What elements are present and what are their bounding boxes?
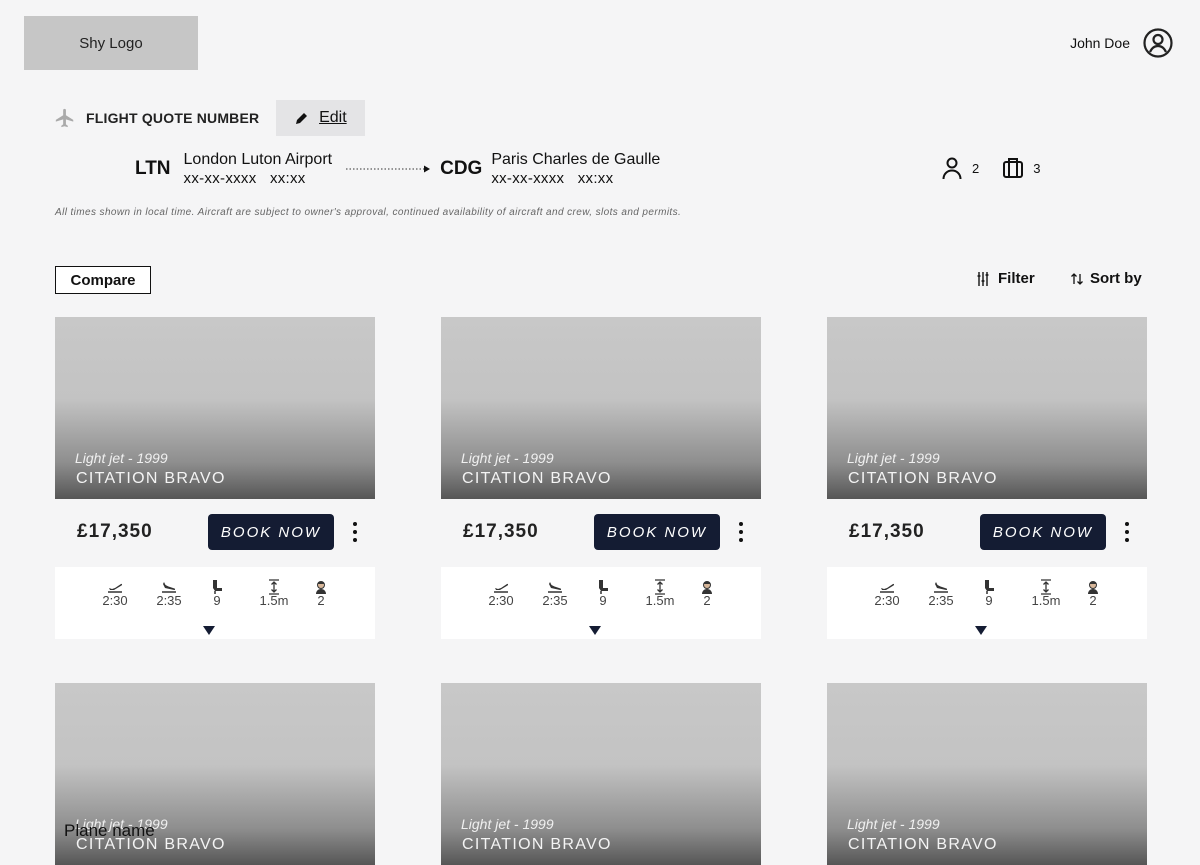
route-arrow-icon [346, 165, 431, 173]
aircraft-name: CITATION BRAVO [76, 470, 226, 487]
user-menu[interactable]: John Doe [1070, 27, 1174, 59]
more-options-icon[interactable] [1121, 521, 1133, 543]
aircraft-stats: 2:30 2:35 9 1.5m 2 [441, 567, 761, 639]
aircraft-image: Light jet - 1999 CITATION BRAVO [827, 317, 1147, 499]
return-time: 2:35 [156, 593, 182, 608]
origin-date: xx-xx-xxxx [183, 170, 257, 187]
more-options-icon[interactable] [735, 521, 747, 543]
sort-label: Sort by [1090, 270, 1142, 287]
user-circle-icon[interactable] [1142, 27, 1174, 59]
dest-airport: Paris Charles de Gaulle xx-xx-xxxx xx:xx [491, 150, 660, 188]
outbound-time: 2:30 [874, 593, 900, 608]
dest-name: Paris Charles de Gaulle [491, 151, 661, 168]
aircraft-image: Light jet - 1999 CITATION BRAVO [55, 317, 375, 499]
seat-count: 9 [985, 593, 993, 608]
aircraft-name: CITATION BRAVO [848, 470, 998, 487]
passenger-count: 2 [972, 160, 980, 176]
logo-text: Shy Logo [79, 34, 143, 52]
user-name: John Doe [1070, 35, 1130, 51]
origin-time: xx:xx [269, 170, 306, 187]
expand-caret-icon[interactable] [589, 626, 601, 635]
price: £17,350 [77, 521, 153, 542]
route-summary: LTN London Luton Airport xx-xx-xxxx xx:x… [135, 150, 660, 188]
dest-code: CDG [440, 158, 483, 179]
aircraft-card[interactable]: Light jet - 1999 CITATION BRAVO £17,350 … [441, 317, 761, 639]
aircraft-card[interactable]: Light jet - 1999 CITATION BRAVO [827, 683, 1147, 865]
expand-caret-icon[interactable] [203, 626, 215, 635]
luggage-icon [1003, 158, 1024, 178]
expand-caret-icon[interactable] [975, 626, 987, 635]
aircraft-card[interactable]: Light jet - 1999 CITATION BRAVO [441, 683, 761, 865]
aircraft-stats: 2:30 2:35 9 1.5m 2 [55, 567, 375, 639]
filter-icon [977, 271, 989, 286]
origin-code: LTN [135, 158, 171, 179]
aircraft-card[interactable]: Light jet - 1999 CITATION BRAVO £17,350 … [827, 317, 1147, 639]
return-time: 2:35 [542, 593, 568, 608]
plane-icon [55, 108, 74, 128]
aircraft-category: Light jet - 1999 [461, 450, 554, 466]
crew-count: 2 [703, 593, 711, 608]
filter-button[interactable]: Filter [976, 270, 1035, 287]
return-time: 2:35 [928, 593, 954, 608]
sort-button[interactable]: Sort by [1070, 270, 1142, 287]
aircraft-image: Light jet - 1999 CITATION BRAVO [827, 683, 1147, 865]
crew-count: 2 [1089, 593, 1097, 608]
edit-button[interactable]: Edit [276, 100, 366, 136]
logo[interactable]: Shy Logo [24, 16, 198, 70]
seat-count: 9 [213, 593, 221, 608]
aircraft-category: Light jet - 1999 [75, 450, 168, 466]
outbound-time: 2:30 [488, 593, 514, 608]
aircraft-category: Light jet - 1999 [461, 816, 554, 832]
origin-airport: London Luton Airport xx-xx-xxxx xx:xx [184, 150, 333, 188]
aircraft-image: Light jet - 1999 CITATION BRAVO [441, 683, 761, 865]
dest-time: xx:xx [577, 170, 614, 187]
outbound-time: 2:30 [102, 593, 128, 608]
cabin-height: 1.5m [645, 593, 675, 608]
price: £17,350 [463, 521, 539, 542]
cabin-height: 1.5m [259, 593, 289, 608]
disclaimer: All times shown in local time. Aircraft … [55, 207, 682, 218]
aircraft-image: Light jet - 1999 CITATION BRAVO [441, 317, 761, 499]
aircraft-category: Light jet - 1999 [847, 450, 940, 466]
aircraft-name: CITATION BRAVO [462, 836, 612, 853]
dest-date: xx-xx-xxxx [491, 170, 565, 187]
aircraft-category: Light jet - 1999 [847, 816, 940, 832]
quote-header: FLIGHT QUOTE NUMBER Edit [54, 100, 366, 136]
pax-summary: 2 3 [940, 156, 1040, 180]
edit-label: Edit [319, 109, 347, 126]
book-now-button[interactable]: BOOK NOW [980, 514, 1106, 550]
luggage-count: 3 [1033, 160, 1041, 176]
aircraft-card[interactable]: Light jet - 1999 CITATION BRAVO £17,350 … [55, 317, 375, 639]
aircraft-name: CITATION BRAVO [848, 836, 998, 853]
compare-button[interactable]: Compare [55, 266, 151, 294]
sort-icon [1071, 272, 1083, 285]
seat-count: 9 [599, 593, 607, 608]
origin-name: London Luton Airport [183, 151, 333, 168]
filter-label: Filter [998, 270, 1035, 287]
plane-name-label: Plane name [64, 821, 155, 840]
crew-count: 2 [317, 593, 325, 608]
quote-number-label: FLIGHT QUOTE NUMBER [86, 110, 260, 126]
price: £17,350 [849, 521, 925, 542]
pencil-icon [296, 113, 308, 124]
aircraft-name: CITATION BRAVO [462, 470, 612, 487]
book-now-button[interactable]: BOOK NOW [594, 514, 720, 550]
cabin-height: 1.5m [1031, 593, 1061, 608]
aircraft-stats: 2:30 2:35 9 1.5m 2 [827, 567, 1147, 639]
person-icon [942, 157, 962, 180]
book-now-button[interactable]: BOOK NOW [208, 514, 334, 550]
more-options-icon[interactable] [349, 521, 361, 543]
